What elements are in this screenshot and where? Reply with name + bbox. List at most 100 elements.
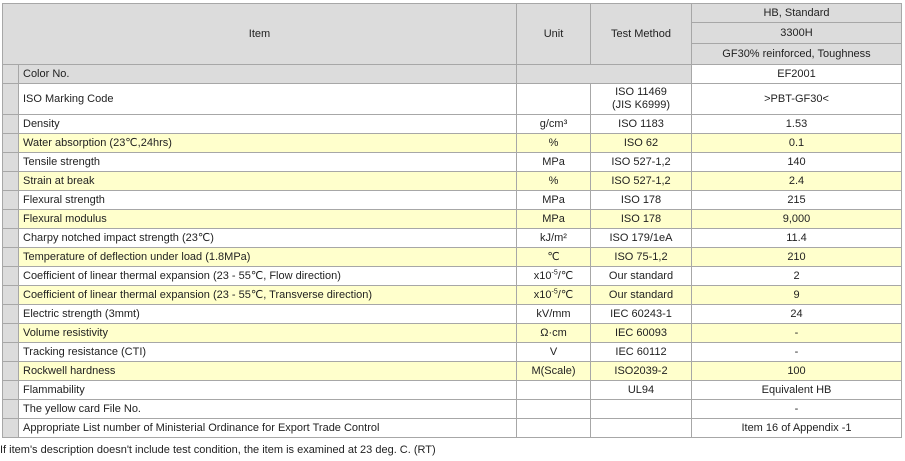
table-row: Coefficient of linear thermal expansion … [2, 285, 902, 305]
row-unit: M(Scale) [516, 361, 591, 381]
row-item: Coefficient of linear thermal expansion … [18, 266, 517, 286]
row-value: 9,000 [691, 209, 902, 229]
row-value: 0.1 [691, 133, 902, 153]
row-value: Equivalent HB [691, 380, 902, 400]
table-row: Coefficient of linear thermal expansion … [2, 266, 902, 286]
row-unit: x10-5/℃ [516, 266, 591, 286]
row-item: Water absorption (23℃,24hrs) [18, 133, 517, 153]
row-unit: % [516, 133, 591, 153]
table-row: ISO Marking Code ISO 11469 (JIS K6999) >P… [2, 83, 902, 115]
row-unit [516, 399, 591, 419]
table-row: Water absorption (23℃,24hrs) % ISO 62 0.… [2, 133, 902, 153]
row-item: Color No. [18, 64, 517, 84]
row-value: 24 [691, 304, 902, 324]
table-row: Volume resistivity Ω·cm IEC 60093 - [2, 323, 902, 343]
row-item: Temperature of deflection under load (1.… [18, 247, 517, 267]
row-method: IEC 60243-1 [590, 304, 692, 324]
row-method: ISO 75-1,2 [590, 247, 692, 267]
unit-tail: /℃ [557, 269, 574, 282]
table-row: Flexural modulus MPa ISO 178 9,000 [2, 209, 902, 229]
row-item: Charpy notched impact strength (23℃) [18, 228, 517, 248]
row-value: 210 [691, 247, 902, 267]
row-value: 100 [691, 361, 902, 381]
row-method: IEC 60112 [590, 342, 692, 362]
row-unit: x10-5/℃ [516, 285, 591, 305]
row-value: EF2001 [691, 64, 902, 84]
row-method: ISO 1183 [590, 114, 692, 134]
row-marker [2, 285, 19, 305]
row-method [590, 418, 692, 438]
row-unit: g/cm³ [516, 114, 591, 134]
row-method: ISO 178 [590, 209, 692, 229]
table-row: Tracking resistance (CTI) V IEC 60112 - [2, 342, 902, 362]
header-item: Item [2, 3, 517, 65]
row-value: 215 [691, 190, 902, 210]
row-marker [2, 171, 19, 191]
row-value: 140 [691, 152, 902, 172]
row-marker [2, 83, 19, 115]
row-value: - [691, 323, 902, 343]
row-item: Flammability [18, 380, 517, 400]
table-row: Density g/cm³ ISO 1183 1.53 [2, 114, 902, 134]
row-value: 11.4 [691, 228, 902, 248]
unit-base: x10 [533, 288, 552, 301]
row-marker [2, 361, 19, 381]
row-marker [2, 64, 19, 84]
row-item: Strain at break [18, 171, 517, 191]
row-value: Item 16 of Appendix -1 [691, 418, 902, 438]
table-row: Tensile strength MPa ISO 527-1,2 140 [2, 152, 902, 172]
row-item: Rockwell hardness [18, 361, 517, 381]
row-method [590, 399, 692, 419]
row-item: Density [18, 114, 517, 134]
row-value: 2 [691, 266, 902, 286]
row-item: Tensile strength [18, 152, 517, 172]
row-unit: MPa [516, 152, 591, 172]
row-unit-method [516, 64, 692, 84]
row-method: ISO 527-1,2 [590, 152, 692, 172]
row-item: Electric strength (3mmt) [18, 304, 517, 324]
row-unit: Ω·cm [516, 323, 591, 343]
unit-base: x10 [533, 269, 552, 282]
row-unit: % [516, 171, 591, 191]
row-marker [2, 190, 19, 210]
row-item: Volume resistivity [18, 323, 517, 343]
row-item: Appropriate List number of Ministerial O… [18, 418, 517, 438]
row-unit [516, 83, 591, 115]
row-method: ISO 527-1,2 [590, 171, 692, 191]
row-method-line1: ISO 11469 [615, 86, 667, 98]
row-unit: V [516, 342, 591, 362]
row-item: Coefficient of linear thermal expansion … [18, 285, 517, 305]
table-row: Rockwell hardness M(Scale) ISO2039-2 100 [2, 361, 902, 381]
row-marker [2, 266, 19, 286]
row-method: ISO 178 [590, 190, 692, 210]
row-item: Flexural modulus [18, 209, 517, 229]
row-marker [2, 323, 19, 343]
row-item: The yellow card File No. [18, 399, 517, 419]
row-method: ISO 62 [590, 133, 692, 153]
row-marker [2, 228, 19, 248]
row-method: ISO 179/1eA [590, 228, 692, 248]
row-unit: MPa [516, 209, 591, 229]
row-unit [516, 418, 591, 438]
row-unit: kV/mm [516, 304, 591, 324]
table-row: Appropriate List number of Ministerial O… [2, 418, 902, 438]
row-item: ISO Marking Code [18, 83, 517, 115]
table-row: Flexural strength MPa ISO 178 215 [2, 190, 902, 210]
row-unit [516, 380, 591, 400]
table-row: Charpy notched impact strength (23℃) kJ/… [2, 228, 902, 248]
row-method: IEC 60093 [590, 323, 692, 343]
row-value: 1.53 [691, 114, 902, 134]
row-method: Our standard [590, 285, 692, 305]
row-marker [2, 209, 19, 229]
row-item: Flexural strength [18, 190, 517, 210]
row-value: 2.4 [691, 171, 902, 191]
header-unit: Unit [516, 3, 591, 65]
table-row: Strain at break % ISO 527-1,2 2.4 [2, 171, 902, 191]
row-marker [2, 304, 19, 324]
row-marker [2, 247, 19, 267]
row-marker [2, 133, 19, 153]
row-method: ISO 11469 (JIS K6999) [590, 83, 692, 115]
row-value: >PBT-GF30< [691, 83, 902, 115]
row-method: Our standard [590, 266, 692, 286]
header-test-method: Test Method [590, 3, 692, 65]
